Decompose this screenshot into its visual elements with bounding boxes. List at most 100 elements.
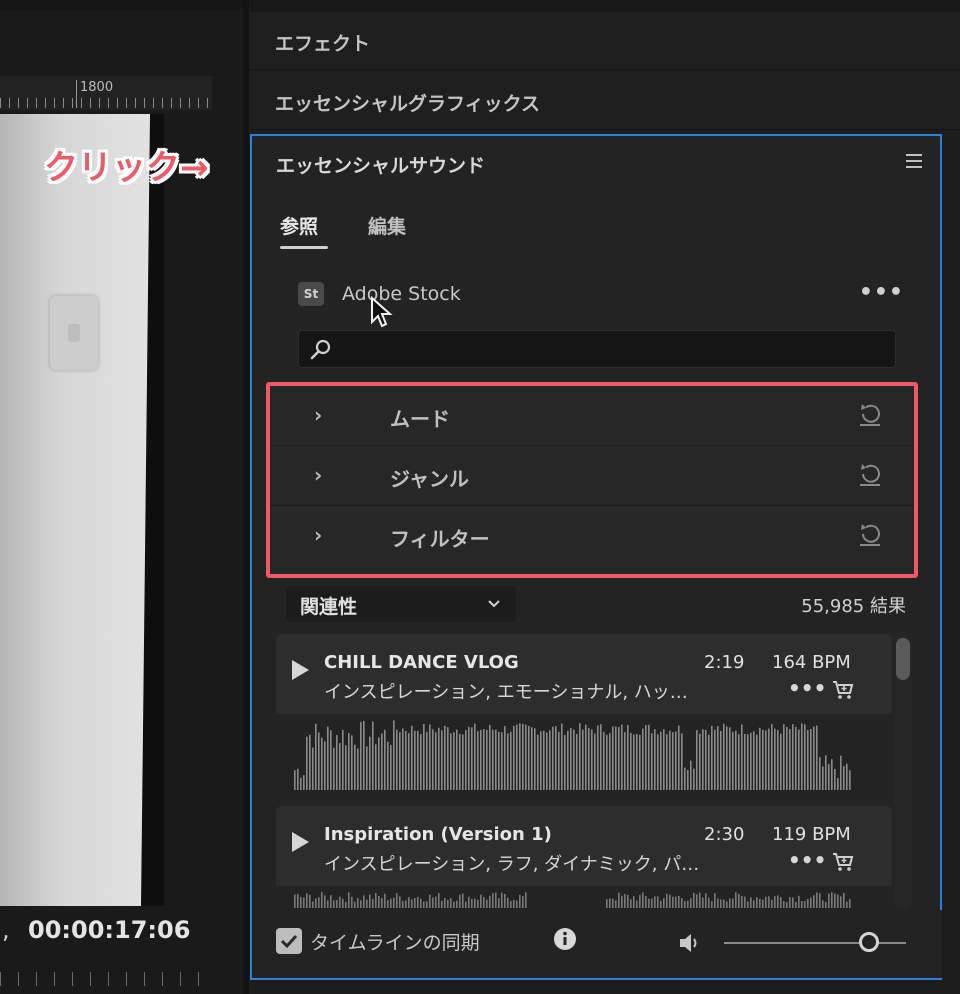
waveform-bar xyxy=(327,726,329,790)
track-title: CHILL DANCE VLOG xyxy=(324,652,519,673)
panel-title-essential-sound[interactable]: エッセンシャルサウンド xyxy=(276,151,485,178)
waveform-bar xyxy=(627,725,629,790)
waveform-bar xyxy=(324,895,326,908)
results-scrollbar[interactable] xyxy=(894,632,912,910)
waveform-bar xyxy=(369,894,371,908)
panel-divider[interactable] xyxy=(243,0,249,994)
track-card[interactable]: Inspiration (Version 1) 2:30 119 BPM インス… xyxy=(276,806,892,910)
waveform-bar xyxy=(591,729,593,790)
waveform-bar xyxy=(459,733,461,790)
scroll-thumb[interactable] xyxy=(896,638,910,680)
waveform-bar xyxy=(756,897,758,908)
waveform-bar xyxy=(330,895,332,908)
play-icon[interactable] xyxy=(292,660,309,680)
waveform-bar xyxy=(648,898,650,908)
waveform-bar xyxy=(729,898,731,908)
waveform-bar xyxy=(372,721,374,790)
track-duration: 2:30 xyxy=(704,824,745,845)
waveform-bar xyxy=(366,746,368,790)
waveform-bar xyxy=(294,894,296,908)
waveform-bar xyxy=(507,897,509,908)
checkmark-icon xyxy=(280,934,298,949)
waveform-bar xyxy=(426,732,428,790)
waveform-bar xyxy=(354,744,356,790)
waveform-bar xyxy=(789,729,791,790)
waveform-bar xyxy=(384,893,386,908)
playhead-timecode[interactable]: 00:00:17:06 xyxy=(28,916,190,944)
cart-icon[interactable] xyxy=(832,852,854,872)
speaker-icon[interactable] xyxy=(678,932,704,954)
waveform-bar xyxy=(435,732,437,790)
waveform-bar xyxy=(336,899,338,908)
tab-edit[interactable]: 編集 xyxy=(368,212,406,239)
waveform[interactable] xyxy=(276,714,892,794)
tab-browse[interactable]: 参照 xyxy=(280,212,318,239)
waveform-bar xyxy=(294,770,296,790)
waveform-bar xyxy=(549,730,551,790)
more-options-icon[interactable]: ••• xyxy=(859,280,904,305)
info-icon[interactable] xyxy=(552,926,578,952)
sync-label[interactable]: タイムラインの同期 xyxy=(310,928,480,955)
waveform-bar xyxy=(633,734,635,790)
filter-row-genre[interactable]: › ジャンル xyxy=(270,446,914,506)
waveform-bar xyxy=(486,899,488,908)
waveform-bar xyxy=(312,747,314,790)
waveform-bar xyxy=(807,898,809,908)
waveform-bar xyxy=(750,897,752,908)
waveform-bar xyxy=(432,897,434,908)
video-wall xyxy=(0,114,150,906)
panel-menu-icon[interactable] xyxy=(906,154,922,170)
reset-icon[interactable] xyxy=(856,520,884,548)
waveform-bar xyxy=(579,723,581,790)
waveform-bar xyxy=(639,894,641,908)
waveform-bar xyxy=(744,896,746,908)
waveform-bar xyxy=(513,725,515,790)
more-options-icon[interactable]: ••• xyxy=(788,848,826,872)
waveform-bar xyxy=(426,901,428,908)
more-options-icon[interactable]: ••• xyxy=(788,676,826,700)
play-icon[interactable] xyxy=(292,832,309,852)
volume-slider-knob[interactable] xyxy=(859,932,879,952)
waveform-bar xyxy=(786,727,788,790)
waveform-bar xyxy=(660,731,662,790)
adobe-stock-label[interactable]: Adobe Stock xyxy=(342,283,461,305)
waveform-bar xyxy=(489,724,491,790)
panel-footer: タイムラインの同期 xyxy=(254,910,942,978)
waveform-bar xyxy=(429,724,431,790)
waveform-bar xyxy=(417,896,419,908)
search-input[interactable] xyxy=(298,330,896,368)
reset-icon[interactable] xyxy=(856,460,884,488)
waveform-bar xyxy=(561,723,563,790)
waveform-bar xyxy=(465,901,467,908)
waveform-bar xyxy=(774,896,776,908)
filter-row-mood[interactable]: › ムード xyxy=(270,386,914,446)
sync-checkbox[interactable] xyxy=(276,928,302,954)
waveform-bar xyxy=(342,898,344,908)
monitor-topbar xyxy=(0,0,243,10)
track-card[interactable]: CHILL DANCE VLOG 2:19 164 BPM インスピレーション,… xyxy=(276,634,892,794)
waveform-bar xyxy=(801,723,803,790)
waveform-bar xyxy=(837,778,839,790)
time-ruler[interactable]: 1800 xyxy=(0,76,212,110)
waveform-bar xyxy=(621,724,623,790)
waveform-bar xyxy=(771,899,773,908)
waveform-bar xyxy=(846,901,848,908)
waveform-bar xyxy=(843,766,845,790)
waveform-bar xyxy=(750,732,752,790)
sort-dropdown[interactable]: 関連性 xyxy=(286,586,516,622)
waveform-bar xyxy=(780,733,782,790)
cart-icon[interactable] xyxy=(832,680,854,700)
waveform-bar xyxy=(810,729,812,790)
waveform-bar xyxy=(636,734,638,790)
panel-header-effects[interactable]: エフェクト xyxy=(250,12,960,70)
waveform[interactable] xyxy=(276,886,892,910)
waveform-bar xyxy=(453,901,455,908)
waveform-bar xyxy=(315,723,317,790)
waveform-bar xyxy=(825,755,827,790)
waveform-bar xyxy=(375,744,377,790)
reset-icon[interactable] xyxy=(856,400,884,428)
waveform-bar xyxy=(438,727,440,790)
waveform-bar xyxy=(741,895,743,908)
panel-header-essential-graphics[interactable]: エッセンシャルグラフィックス xyxy=(250,72,960,130)
filter-row-filter[interactable]: › フィルター xyxy=(270,506,914,566)
